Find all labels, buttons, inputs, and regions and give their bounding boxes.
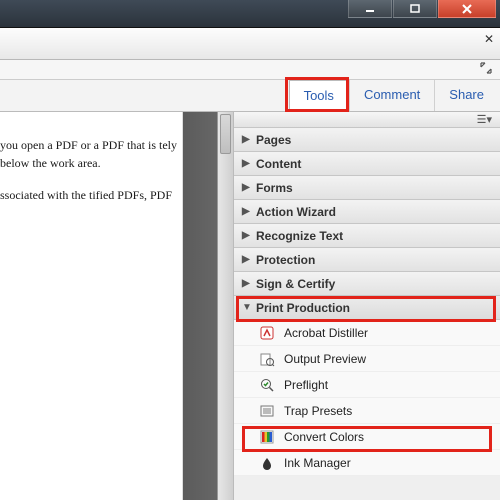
section-print-production[interactable]: ▼ Print Production bbox=[234, 296, 500, 320]
section-label: Protection bbox=[256, 253, 315, 267]
section-action-wizard[interactable]: ▶ Action Wizard bbox=[234, 200, 500, 224]
ink-manager-icon bbox=[258, 455, 276, 471]
window-buttons bbox=[347, 0, 496, 18]
section-label: Sign & Certify bbox=[256, 277, 335, 291]
minimize-button[interactable] bbox=[348, 0, 392, 18]
chevron-right-icon: ▶ bbox=[242, 206, 254, 217]
chevron-right-icon: ▶ bbox=[242, 182, 254, 193]
section-recognize-text[interactable]: ▶ Recognize Text bbox=[234, 224, 500, 248]
document-text: you open a PDF or a PDF that is tely bel… bbox=[0, 136, 182, 172]
tab-comment[interactable]: Comment bbox=[349, 80, 434, 111]
chevron-right-icon: ▶ bbox=[242, 158, 254, 169]
convert-colors-icon bbox=[258, 429, 276, 445]
chevron-down-icon: ▼ bbox=[242, 302, 254, 313]
document-view: you open a PDF or a PDF that is tely bel… bbox=[0, 112, 183, 500]
item-label: Ink Manager bbox=[284, 456, 351, 470]
scrollbar-thumb[interactable] bbox=[220, 114, 231, 154]
section-pages[interactable]: ▶ Pages bbox=[234, 128, 500, 152]
tab-label: Comment bbox=[364, 87, 420, 102]
output-preview-icon bbox=[258, 351, 276, 367]
tabs-row: Tools Comment Share bbox=[0, 80, 500, 112]
item-label: Trap Presets bbox=[284, 404, 352, 418]
section-content[interactable]: ▶ Content bbox=[234, 152, 500, 176]
item-label: Convert Colors bbox=[284, 430, 364, 444]
print-production-items: Acrobat Distiller Output Preview Preflig… bbox=[234, 320, 500, 476]
chevron-right-icon: ▶ bbox=[242, 254, 254, 265]
distiller-icon bbox=[258, 325, 276, 341]
section-protection[interactable]: ▶ Protection bbox=[234, 248, 500, 272]
panel-menu-icon[interactable]: ☰▾ bbox=[477, 113, 492, 126]
section-sign-certify[interactable]: ▶ Sign & Certify bbox=[234, 272, 500, 296]
scrollbar[interactable] bbox=[217, 112, 233, 500]
ribbon: ✕ bbox=[0, 28, 500, 60]
section-label: Action Wizard bbox=[256, 205, 336, 219]
tab-label: Share bbox=[449, 87, 484, 102]
section-label: Print Production bbox=[256, 301, 350, 315]
tab-tools[interactable]: Tools bbox=[289, 80, 349, 112]
preflight-icon bbox=[258, 377, 276, 393]
document-gutter bbox=[183, 112, 233, 500]
section-label: Content bbox=[256, 157, 301, 171]
sub-ribbon bbox=[0, 60, 500, 80]
tab-share[interactable]: Share bbox=[434, 80, 498, 111]
item-label: Acrobat Distiller bbox=[284, 326, 368, 340]
item-acrobat-distiller[interactable]: Acrobat Distiller bbox=[234, 320, 500, 346]
item-preflight[interactable]: Preflight bbox=[234, 372, 500, 398]
close-button[interactable] bbox=[438, 0, 496, 18]
chevron-right-icon: ▶ bbox=[242, 230, 254, 241]
expand-icon[interactable] bbox=[480, 62, 492, 77]
section-label: Forms bbox=[256, 181, 293, 195]
tab-label: Tools bbox=[304, 88, 334, 103]
document-text: ssociated with the tified PDFs, PDF bbox=[0, 186, 182, 204]
item-ink-manager[interactable]: Ink Manager bbox=[234, 450, 500, 476]
maximize-button[interactable] bbox=[393, 0, 437, 18]
chevron-right-icon: ▶ bbox=[242, 134, 254, 145]
section-forms[interactable]: ▶ Forms bbox=[234, 176, 500, 200]
ribbon-close-icon[interactable]: ✕ bbox=[484, 32, 494, 46]
section-label: Pages bbox=[256, 133, 291, 147]
section-label: Recognize Text bbox=[256, 229, 343, 243]
panel-header: ☰▾ bbox=[234, 112, 500, 128]
item-trap-presets[interactable]: Trap Presets bbox=[234, 398, 500, 424]
trap-presets-icon bbox=[258, 403, 276, 419]
tools-panel: ☰▾ ▶ Pages ▶ Content ▶ Forms ▶ Action Wi… bbox=[233, 112, 500, 500]
item-label: Preflight bbox=[284, 378, 328, 392]
item-label: Output Preview bbox=[284, 352, 366, 366]
chevron-right-icon: ▶ bbox=[242, 278, 254, 289]
window-titlebar bbox=[0, 0, 500, 28]
item-output-preview[interactable]: Output Preview bbox=[234, 346, 500, 372]
item-convert-colors[interactable]: Convert Colors bbox=[234, 424, 500, 450]
